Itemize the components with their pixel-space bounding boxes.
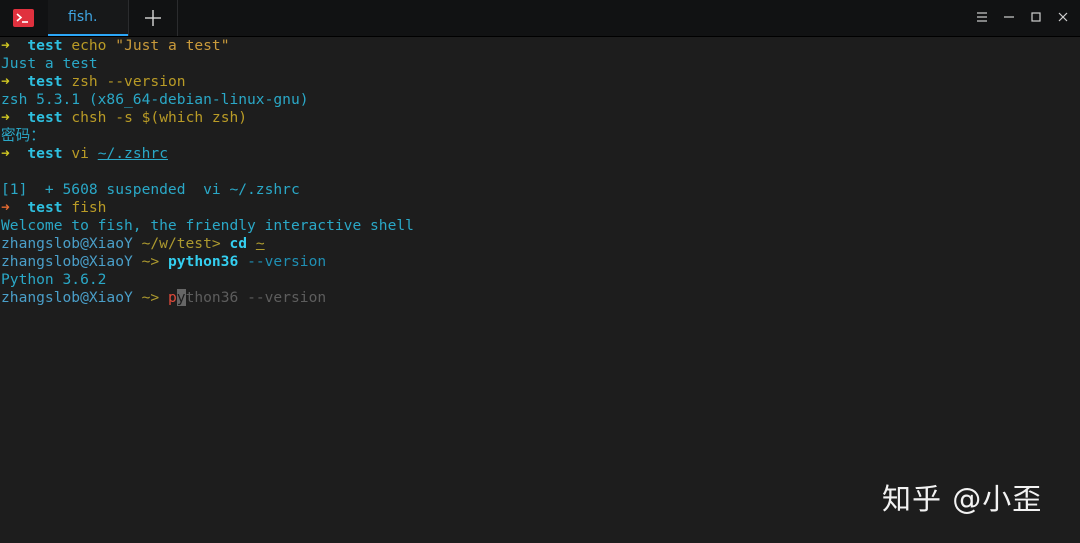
maximize-icon (1031, 12, 1041, 22)
tab-label: fish. (68, 9, 98, 25)
command-args: ~ (255, 235, 265, 252)
prompt-arrow: ➜ (1, 109, 10, 126)
terminal-input-line[interactable]: zhangslob@XiaoY ~> python36 --version (1, 289, 326, 307)
prompt-arrow: ➜ (1, 73, 10, 90)
close-button[interactable] (1055, 9, 1071, 25)
command-name: fish (71, 199, 107, 216)
maximize-button[interactable] (1028, 9, 1044, 25)
terminal-output-line: Just a test (1, 55, 98, 72)
command-name: python36 (167, 253, 239, 270)
terminal-line: ➜ test chsh -s $(which zsh) (1, 109, 247, 127)
terminal-icon (13, 9, 34, 27)
typed-input[interactable]: p (168, 289, 177, 306)
prompt-user-host: zhangslob@XiaoY (1, 235, 133, 252)
tab-divider (177, 0, 178, 36)
prompt-user-host: zhangslob@XiaoY (1, 289, 133, 306)
prompt-directory: test (27, 109, 63, 126)
prompt-directory: test (27, 199, 63, 216)
hamburger-menu-icon (977, 12, 987, 22)
terminal-output-line: Welcome to fish, the friendly interactiv… (1, 217, 414, 234)
prompt-path: ~> (141, 289, 160, 306)
prompt-path: ~> (141, 253, 160, 270)
prompt-directory: test (27, 145, 63, 162)
minimize-icon (1004, 16, 1014, 18)
command-name: vi (71, 145, 89, 162)
close-icon (1058, 12, 1068, 22)
command-args: "Just a test" (115, 37, 230, 54)
prompt-directory: test (27, 73, 63, 90)
prompt-arrow: ➜ (1, 145, 10, 162)
command-args: ~/.zshrc (97, 145, 168, 162)
command-args: --version (106, 73, 186, 90)
terminal-line: ➜ test echo "Just a test" (1, 37, 230, 55)
prompt-directory: test (27, 37, 63, 54)
command-name: chsh (71, 109, 107, 126)
terminal-output-line: Python 3.6.2 (1, 271, 107, 288)
watermark: 知乎 @小歪 (882, 482, 1043, 516)
tab-fish[interactable]: fish. (48, 0, 128, 36)
command-name: zsh (71, 73, 98, 90)
terminal-output-line: [1] + 5608 suspended vi ~/.zshrc (1, 181, 300, 198)
text-cursor: y (176, 289, 186, 306)
plus-icon (145, 10, 161, 26)
terminal-output-line: 密码： (1, 127, 45, 144)
prompt-path: ~/w/test> (141, 235, 221, 252)
terminal-output-line: zsh 5.3.1 (x86_64-debian-linux-gnu) (1, 91, 309, 108)
prompt-arrow: ➜ (1, 199, 10, 216)
minimize-button[interactable] (1001, 9, 1017, 25)
terminal-line: ➜ test zsh --version (1, 73, 186, 91)
command-args: --version (247, 253, 327, 270)
autosuggestion: thon36 --version (185, 289, 327, 306)
command-args: -s $(which zsh) (115, 109, 248, 126)
new-tab-button[interactable] (129, 0, 177, 36)
terminal-line: ➜ test fish (1, 199, 106, 217)
command-name: cd (229, 235, 248, 252)
prompt-arrow: ➜ (1, 37, 10, 54)
terminal-line: zhangslob@XiaoY ~> python36 --version (1, 253, 326, 271)
prompt-user-host: zhangslob@XiaoY (1, 253, 133, 270)
command-name: echo (71, 37, 107, 54)
menu-button[interactable] (974, 9, 990, 25)
terminal-output[interactable]: ➜ test echo "Just a test" Just a test ➜ … (0, 37, 1080, 543)
terminal-line: zhangslob@XiaoY ~/w/test> cd ~ (1, 235, 265, 253)
terminal-line: ➜ test vi ~/.zshrc (1, 145, 168, 163)
active-tab-indicator (48, 34, 128, 36)
title-bar: fish. (0, 0, 1080, 37)
